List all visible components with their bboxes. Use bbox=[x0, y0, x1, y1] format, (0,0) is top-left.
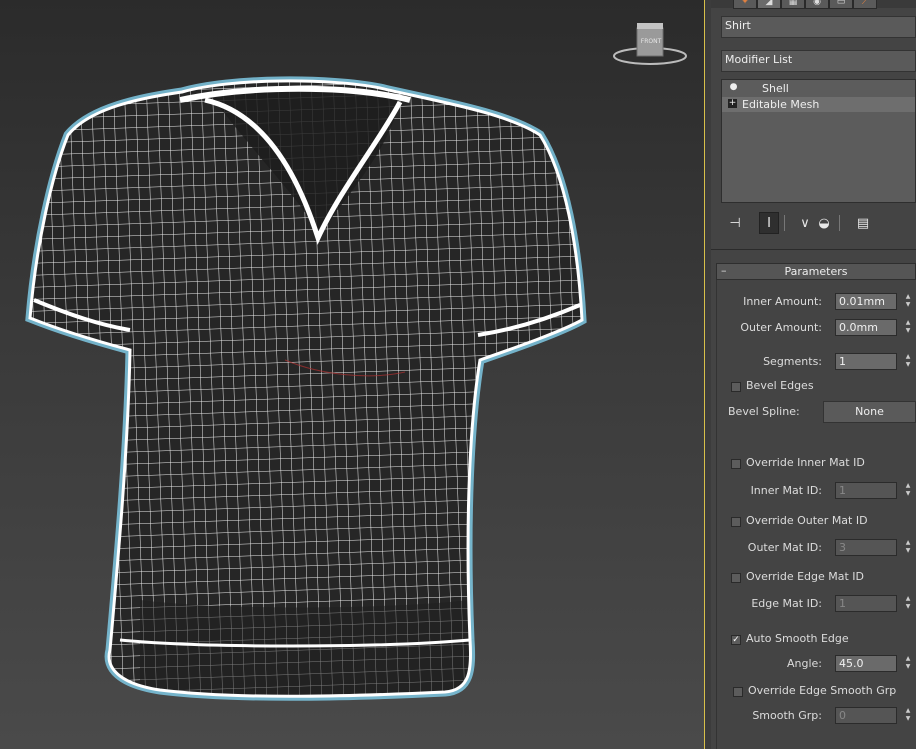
parameters-rollout-header[interactable]: – Parameters bbox=[716, 263, 916, 280]
bevel-edges-checkbox[interactable] bbox=[731, 382, 741, 392]
spinner-arrows-icon[interactable]: ▲ ▼ bbox=[903, 353, 913, 370]
angle-input[interactable]: 45.0 bbox=[835, 655, 897, 672]
display-tab-icon[interactable]: ▭ bbox=[829, 0, 853, 9]
modify-tab-icon[interactable]: ◢ bbox=[757, 0, 781, 9]
edge-mat-id-label: Edge Mat ID: bbox=[751, 597, 822, 610]
mesh-grid bbox=[30, 80, 582, 697]
outer-mat-id-label: Outer Mat ID: bbox=[747, 541, 822, 554]
plus-box-icon[interactable]: + bbox=[728, 99, 737, 108]
rollout-title: Parameters bbox=[784, 265, 848, 278]
show-end-result-icon[interactable]: Ⅰ bbox=[759, 212, 779, 234]
outer-amount-label: Outer Amount: bbox=[740, 321, 822, 334]
modifier-list-dropdown[interactable]: Modifier List bbox=[721, 50, 916, 72]
motion-tab-icon[interactable]: ◉ bbox=[805, 0, 829, 9]
override-outer-mat-id-label: Override Outer Mat ID bbox=[746, 514, 868, 527]
shirt-wireframe-mesh[interactable] bbox=[0, 0, 705, 749]
bevel-edges-label: Bevel Edges bbox=[746, 379, 814, 392]
override-edge-mat-id-checkbox[interactable] bbox=[731, 573, 741, 583]
create-tab-icon[interactable]: ✦ bbox=[733, 0, 757, 9]
bevel-spline-label: Bevel Spline: bbox=[728, 405, 800, 418]
spinner-arrows-icon[interactable]: ▲ ▼ bbox=[903, 293, 913, 310]
smooth-grp-input[interactable]: 0 bbox=[835, 707, 897, 724]
override-edge-smooth-grp-label: Override Edge Smooth Grp bbox=[748, 684, 897, 697]
override-edge-smooth-grp-checkbox[interactable] bbox=[733, 687, 743, 697]
auto-smooth-edge-checkbox[interactable]: ✓ bbox=[731, 635, 741, 645]
pin-stack-icon[interactable]: ⊣ bbox=[725, 212, 745, 234]
smooth-grp-label: Smooth Grp: bbox=[752, 709, 822, 722]
command-panel: ✦ ◢ ▦ ◉ ▭ ⟋ Shirt Modifier List ● Shell … bbox=[711, 0, 916, 749]
stack-item-editable-mesh[interactable]: + Editable Mesh bbox=[722, 97, 915, 112]
viewcube-face-label: FRONT bbox=[640, 38, 662, 45]
stack-item-label: Shell bbox=[762, 82, 789, 95]
stack-item-label: Editable Mesh bbox=[742, 98, 820, 111]
spinner-arrows-icon[interactable]: ▲ ▼ bbox=[903, 482, 913, 499]
configure-modifier-sets-icon[interactable]: ▤ bbox=[853, 212, 873, 234]
spinner-arrows-icon[interactable]: ▲ ▼ bbox=[903, 707, 913, 724]
auto-smooth-edge-label: Auto Smooth Edge bbox=[746, 632, 849, 645]
panel-separator bbox=[711, 249, 916, 250]
edge-mat-id-input[interactable]: 1 bbox=[835, 595, 897, 612]
inner-amount-input[interactable]: 0.01mm bbox=[835, 293, 897, 310]
inner-mat-id-input[interactable]: 1 bbox=[835, 482, 897, 499]
command-panel-tabs: ✦ ◢ ▦ ◉ ▭ ⟋ bbox=[711, 0, 916, 9]
viewcube[interactable]: FRONT bbox=[610, 22, 690, 72]
spinner-arrows-icon[interactable]: ▲ ▼ bbox=[903, 655, 913, 672]
viewcube-icon bbox=[613, 23, 687, 65]
remove-modifier-icon[interactable]: ◒ bbox=[814, 212, 834, 234]
viewport-front[interactable]: FRONT bbox=[0, 0, 705, 749]
spinner-arrows-icon[interactable]: ▲ ▼ bbox=[903, 319, 913, 336]
segments-input[interactable]: 1 bbox=[835, 353, 897, 370]
override-inner-mat-id-label: Override Inner Mat ID bbox=[746, 456, 865, 469]
modifier-stack[interactable]: ● Shell + Editable Mesh bbox=[721, 79, 916, 203]
angle-label: Angle: bbox=[786, 657, 822, 670]
utilities-tab-icon[interactable]: ⟋ bbox=[853, 0, 877, 9]
override-outer-mat-id-checkbox[interactable] bbox=[731, 517, 741, 527]
outer-amount-input[interactable]: 0.0mm bbox=[835, 319, 897, 336]
stack-item-shell[interactable]: ● Shell bbox=[722, 81, 915, 96]
spinner-arrows-icon[interactable]: ▲ ▼ bbox=[903, 595, 913, 612]
object-name-field[interactable]: Shirt bbox=[721, 16, 916, 38]
toolbar-divider bbox=[784, 215, 785, 231]
override-inner-mat-id-checkbox[interactable] bbox=[731, 459, 741, 469]
lightbulb-icon[interactable]: ● bbox=[729, 83, 738, 92]
outer-mat-id-input[interactable]: 3 bbox=[835, 539, 897, 556]
inner-mat-id-label: Inner Mat ID: bbox=[750, 484, 822, 497]
inner-amount-label: Inner Amount: bbox=[743, 295, 822, 308]
stack-toolbar: ⊣ Ⅰ ∨ ◒ ▤ bbox=[721, 212, 916, 236]
hierarchy-tab-icon[interactable]: ▦ bbox=[781, 0, 805, 9]
override-edge-mat-id-label: Override Edge Mat ID bbox=[746, 570, 865, 583]
bevel-spline-button[interactable]: None bbox=[823, 401, 916, 423]
segments-label: Segments: bbox=[763, 355, 822, 368]
toolbar-divider bbox=[839, 215, 840, 231]
spinner-arrows-icon[interactable]: ▲ ▼ bbox=[903, 539, 913, 556]
make-unique-icon[interactable]: ∨ bbox=[795, 212, 815, 234]
